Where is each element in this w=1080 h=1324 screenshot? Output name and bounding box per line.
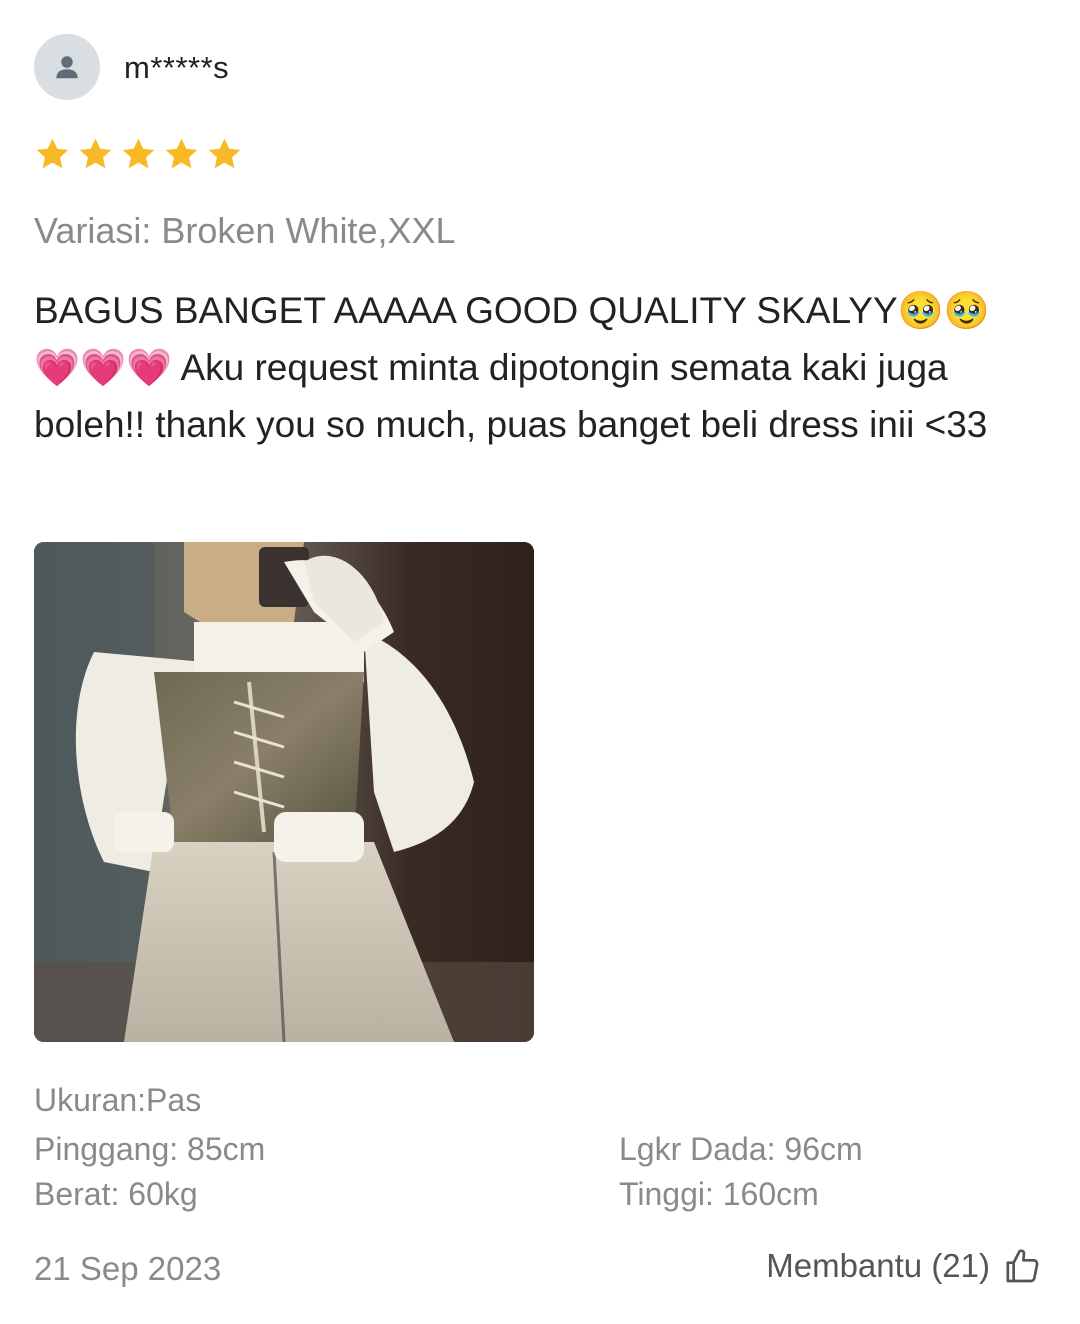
star-icon: [208, 138, 241, 169]
star-rating: [34, 136, 243, 173]
avatar[interactable]: [34, 34, 100, 100]
star-icon: [165, 138, 198, 169]
star-icon: [79, 138, 112, 169]
person-icon: [56, 56, 78, 79]
review-text: BAGUS BANGET AAAAA GOOD QUALITY SKALYY🥹🥹…: [34, 290, 990, 445]
thumbs-up-icon: [1006, 1249, 1039, 1283]
variation-label: Variasi: Broken White,XXL: [34, 210, 456, 251]
review-photo-image: [34, 542, 534, 1042]
review-date: 21 Sep 2023: [34, 1250, 222, 1287]
review-photo[interactable]: [34, 542, 534, 1042]
reviewer-username: m*****s: [124, 50, 230, 85]
attribute-berat: Berat: 60kg: [34, 1176, 198, 1212]
helpful-label: Membantu (21): [766, 1247, 990, 1284]
helpful-button[interactable]: Membantu (21): [766, 1246, 1042, 1286]
attribute-lingkar-dada: Lgkr Dada: 96cm: [619, 1131, 863, 1167]
attribute-pinggang: Pinggang: 85cm: [34, 1131, 266, 1167]
star-icon: [36, 138, 69, 169]
attribute-ukuran: Ukuran:Pas: [34, 1082, 202, 1118]
attribute-tinggi: Tinggi: 160cm: [619, 1176, 819, 1212]
star-icon: [122, 138, 155, 169]
